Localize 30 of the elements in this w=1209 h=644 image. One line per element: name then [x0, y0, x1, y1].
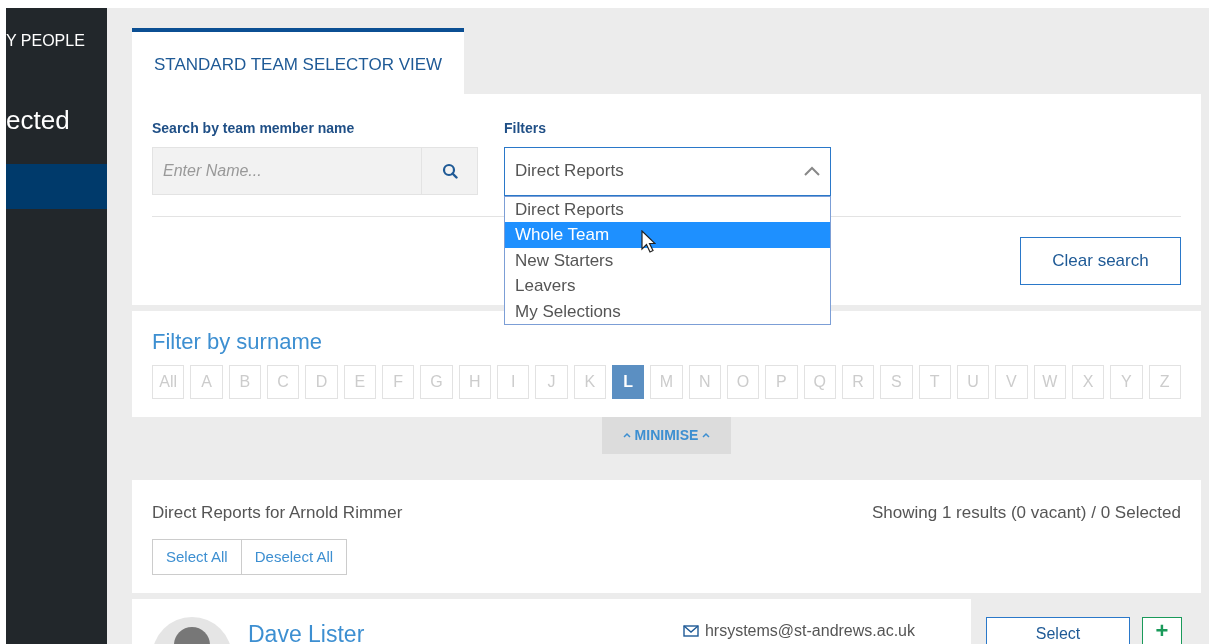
dropdown-option[interactable]: My Selections: [505, 298, 830, 325]
search-label: Search by team member name: [152, 118, 356, 138]
search-icon: [441, 162, 458, 179]
chevron-up-icon: [804, 166, 820, 176]
filter-dropdown[interactable]: Direct Reports: [504, 146, 831, 196]
results-title: Direct Reports for Arnold Rimmer: [152, 501, 403, 524]
selection-button[interactable]: Deselect All: [241, 539, 348, 575]
chevron-up-icon: [702, 432, 711, 438]
surname-filter-title: Filter by surname: [152, 327, 322, 356]
mouse-cursor-icon: [641, 230, 656, 255]
person-email[interactable]: hrsystems@st-andrews.ac.uk: [704, 619, 915, 643]
tab[interactable]: STANDARD TEAM SELECTOR VIEW: [132, 28, 465, 94]
chevron-up-icon: [622, 432, 631, 438]
dropdown-option[interactable]: Leavers: [505, 273, 830, 299]
mail-icon: [682, 625, 699, 637]
search-field[interactable]: Enter Name...: [152, 146, 422, 195]
sidebar-heading: Y PEOPLE: [6, 31, 86, 51]
sidebar-title: ected: [6, 104, 71, 137]
letter-filter[interactable]: L: [611, 364, 645, 399]
results-summary: Showing 1 results (0 vacant) / 0 Selected: [872, 501, 1181, 524]
add-person-button[interactable]: +: [1142, 617, 1182, 644]
dropdown-option[interactable]: Direct Reports: [505, 196, 830, 223]
person-name[interactable]: Dave Lister: [248, 617, 365, 644]
search-button[interactable]: [422, 146, 478, 195]
select-person-button[interactable]: Select: [986, 617, 1130, 644]
dropdown-option[interactable]: New Starters: [505, 247, 830, 274]
selection-button[interactable]: Select All: [152, 539, 242, 575]
filters-label: Filters: [504, 118, 547, 138]
clear-search-button[interactable]: Clear search: [1020, 236, 1181, 285]
minimise-button[interactable]: MINIMISE: [602, 416, 731, 454]
